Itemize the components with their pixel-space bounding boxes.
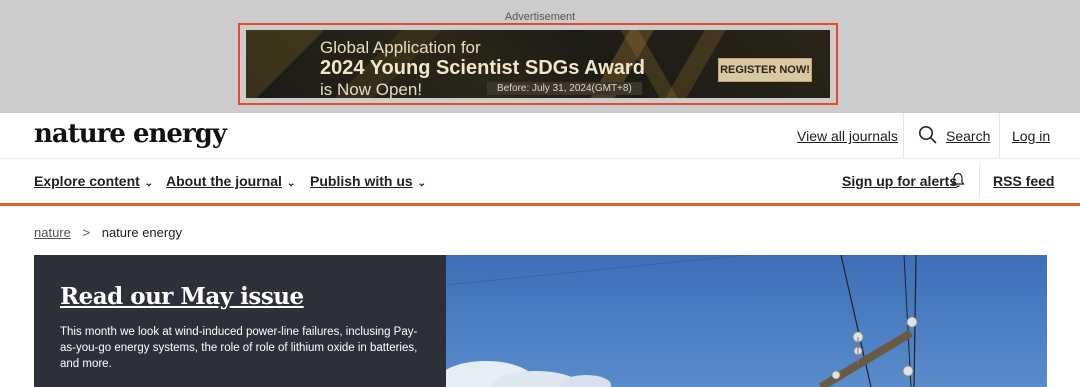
issue-title-link[interactable]: Read our May issue	[60, 283, 304, 310]
search-icon	[918, 125, 938, 150]
search-button[interactable]: Search	[903, 113, 1000, 158]
breadcrumb-nature-link[interactable]: nature	[34, 225, 71, 240]
chevron-down-icon: ⌄	[417, 178, 427, 189]
sign-up-alerts-link[interactable]: Sign up for alerts	[842, 173, 957, 189]
ad-headline-3: is Now Open!	[320, 80, 423, 98]
ad-deadline: Before: July 31, 2024(GMT+8)	[487, 82, 642, 95]
rss-feed-link[interactable]: RSS feed	[993, 173, 1054, 189]
chevron-down-icon: ⌄	[286, 178, 296, 189]
issue-promo-panel: Read our May issue This month we look at…	[34, 255, 446, 387]
view-all-journals-link[interactable]: View all journals	[797, 128, 898, 144]
site-header: nature energy View all journals Search L…	[0, 113, 1080, 159]
bell-icon	[951, 172, 965, 193]
nav-about-journal[interactable]: About the journal ⌄	[166, 173, 295, 189]
issue-cover-image[interactable]	[446, 255, 1047, 387]
breadcrumb: nature > nature energy	[34, 225, 182, 240]
main-nav: Explore content ⌄ About the journal ⌄ Publ…	[0, 159, 1080, 206]
site-logo[interactable]: nature energy	[34, 119, 227, 149]
nav-about-journal-label: About the journal	[166, 173, 282, 189]
issue-description: This month we look at wind-induced power…	[60, 326, 418, 370]
nav-explore-content-label: Explore content	[34, 173, 140, 189]
ad-strip: Advertisement Global Application for 202…	[0, 0, 1080, 113]
ad-banner[interactable]: Global Application for 2024 Young Scient…	[246, 30, 830, 98]
nav-divider	[979, 164, 980, 198]
ad-frame[interactable]: Global Application for 2024 Young Scient…	[238, 23, 838, 105]
ad-headline-2: 2024 Young Scientist SDGs Award	[320, 57, 645, 79]
nav-publish-with-us-label: Publish with us	[310, 173, 413, 189]
breadcrumb-separator-icon: >	[82, 225, 91, 240]
nav-publish-with-us[interactable]: Publish with us ⌄	[310, 173, 426, 189]
search-label[interactable]: Search	[946, 128, 990, 144]
chevron-down-icon: ⌄	[144, 178, 154, 189]
breadcrumb-current: nature energy	[101, 225, 182, 240]
login-link[interactable]: Log in	[1012, 128, 1050, 144]
nav-explore-content[interactable]: Explore content ⌄	[34, 173, 153, 189]
ad-label: Advertisement	[504, 11, 576, 23]
ad-register-button[interactable]: REGISTER NOW!	[718, 58, 812, 82]
ad-headline-1: Global Application for	[320, 38, 481, 57]
